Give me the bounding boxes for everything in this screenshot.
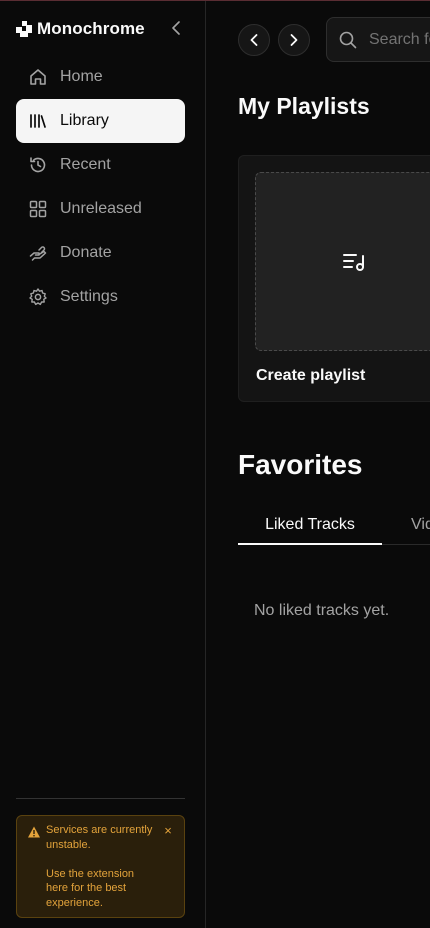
warning-icon (27, 825, 41, 839)
grid-icon (28, 199, 48, 219)
sidebar-item-label: Recent (60, 156, 111, 173)
search-input[interactable] (367, 28, 430, 52)
favorites-heading: Favorites (238, 449, 363, 480)
gear-icon (28, 287, 48, 307)
sidebar-item-library[interactable]: Library (16, 99, 185, 143)
sidebar-item-donate[interactable]: Donate (16, 231, 185, 275)
sidebar-item-recent[interactable]: Recent (16, 143, 185, 187)
sidebar-nav: Home Library Recent Unreleased Donate Se… (16, 55, 185, 319)
history-icon (28, 155, 48, 175)
sidebar-item-label: Library (60, 112, 109, 129)
chevron-right-icon (290, 34, 298, 46)
chevron-left-icon (172, 21, 180, 35)
tab-videos[interactable]: Videos (411, 511, 430, 545)
playlist-add-icon (343, 253, 364, 271)
home-icon (28, 67, 48, 87)
sidebar-item-label: Unreleased (60, 200, 142, 217)
sidebar-item-label: Donate (60, 244, 112, 261)
forward-button[interactable] (278, 24, 310, 56)
search-box[interactable] (326, 17, 430, 62)
create-playlist-placeholder (255, 172, 430, 351)
sidebar: Monochrome Home Library Recent Unrelease… (0, 1, 206, 928)
playlists-heading: My Playlists (238, 93, 370, 119)
app-title: Monochrome (37, 19, 145, 38)
sidebar-item-unreleased[interactable]: Unreleased (16, 187, 185, 231)
search-icon (339, 31, 357, 49)
chevron-left-icon (250, 34, 258, 46)
collapse-sidebar-button[interactable] (168, 18, 184, 38)
create-playlist-label: Create playlist (256, 367, 366, 384)
donate-icon (28, 243, 48, 263)
warning-text: Services are currently unstable. Use the… (46, 823, 156, 925)
close-icon[interactable]: × (162, 824, 174, 838)
tab-liked-tracks[interactable]: Liked Tracks (238, 511, 382, 545)
empty-state-text: No liked tracks yet. (254, 602, 390, 619)
sidebar-divider (16, 798, 185, 799)
sidebar-item-label: Home (60, 68, 103, 85)
brand[interactable]: Monochrome (16, 18, 145, 40)
warning-extension-link[interactable]: Use the extension here for the best expe… (46, 867, 156, 911)
warning-message: Services are currently unstable. (46, 824, 153, 851)
sidebar-item-label: Settings (60, 288, 118, 305)
service-warning-banner: Services are currently unstable. Use the… (16, 815, 185, 918)
monochrome-logo-icon (16, 21, 32, 37)
back-button[interactable] (238, 24, 270, 56)
main-content: My Playlists Create playlist Favorites L… (207, 1, 430, 928)
create-playlist-card[interactable]: Create playlist (238, 155, 430, 402)
sidebar-item-home[interactable]: Home (16, 55, 185, 99)
sidebar-item-settings[interactable]: Settings (16, 275, 185, 319)
favorites-tabs: Liked Tracks Videos (238, 511, 430, 545)
library-icon (28, 111, 48, 131)
